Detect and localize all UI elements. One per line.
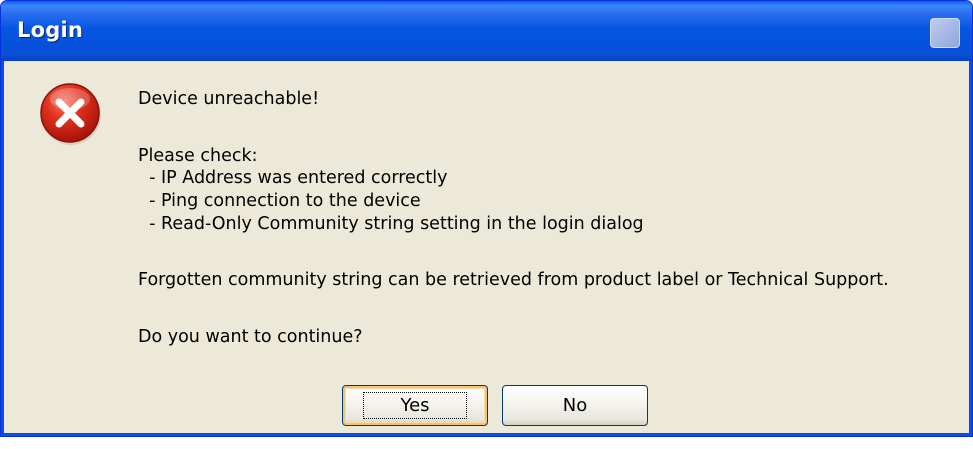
yes-button-label: Yes bbox=[363, 392, 467, 419]
message-line-ip: - IP Address was entered correctly bbox=[138, 168, 448, 188]
message-line-community: - Read-Only Community string setting in … bbox=[138, 214, 644, 234]
error-icon bbox=[40, 83, 101, 145]
title-bar[interactable]: Login bbox=[1, 1, 972, 61]
login-dialog: Login Device unreachable! Please check: … bbox=[0, 0, 973, 437]
no-button[interactable]: No bbox=[502, 385, 648, 426]
message-line-check: Please check: bbox=[138, 146, 258, 166]
message-line-ping: - Ping connection to the device bbox=[138, 191, 421, 211]
message-line-question: Do you want to continue? bbox=[138, 327, 363, 347]
message-line-title: Device unreachable! bbox=[138, 89, 320, 109]
dialog-title: Login bbox=[17, 18, 83, 42]
no-button-label: No bbox=[562, 395, 588, 416]
dialog-content: Device unreachable! Please check: - IP A… bbox=[5, 61, 968, 432]
yes-button[interactable]: Yes bbox=[342, 385, 488, 426]
close-button[interactable] bbox=[930, 18, 960, 48]
message-line-forgotten: Forgotten community string can be retrie… bbox=[138, 270, 889, 290]
